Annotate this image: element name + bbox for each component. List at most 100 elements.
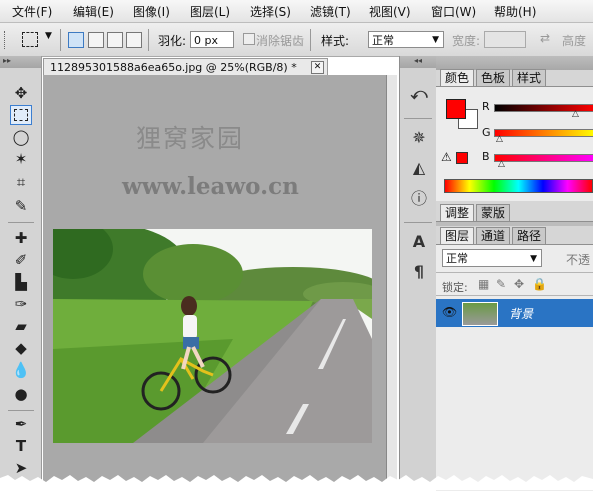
slider-thumb-icon[interactable]: △ [572, 109, 579, 119]
photo-image [53, 229, 372, 443]
character-panel-icon[interactable]: A [409, 232, 429, 252]
slider-thumb-icon[interactable]: △ [496, 134, 503, 144]
move-tool-icon[interactable]: ✥ [10, 83, 32, 103]
channel-b-slider[interactable] [494, 154, 593, 162]
toolbox: ▸▸ ✥ ◯ ✶ ⌗ ✎ ✚ ✐ ▙ ✑ ▰ ◆ 💧 ● ✒ T ➤ [0, 56, 42, 490]
menu-select[interactable]: 选择(S) [250, 3, 291, 20]
slider-thumb-icon[interactable]: △ [498, 159, 505, 169]
divider [8, 410, 34, 411]
panel-dock: ◂◂ ⤺ ✵ ◭ ⓘ A ¶ [399, 56, 437, 490]
lock-position-icon[interactable]: ✥ [514, 277, 524, 291]
menu-view[interactable]: 视图(V) [369, 3, 411, 20]
add-to-selection-button[interactable] [88, 32, 104, 48]
divider [436, 272, 593, 273]
dodge-tool-icon[interactable]: ● [10, 384, 32, 404]
opacity-label: 不透 [566, 253, 591, 267]
eyedropper-tool-icon[interactable]: ✎ [10, 196, 32, 216]
layer-row-background[interactable]: 👁 背景 [436, 299, 593, 327]
histogram-panel-icon[interactable]: ◭ [409, 158, 429, 178]
gamut-swatch[interactable] [456, 152, 468, 164]
pen-tool-icon[interactable]: ✒ [10, 414, 32, 434]
divider [404, 118, 432, 119]
menu-image[interactable]: 图像(I) [133, 3, 170, 20]
navigator-panel-icon[interactable]: ✵ [409, 128, 429, 148]
document-tab[interactable]: 112895301588a6ea65o.jpg @ 25%(RGB/8) * [43, 58, 328, 75]
brush-tool-icon[interactable]: ✐ [10, 250, 32, 270]
style-select-value: 正常 [372, 34, 394, 47]
menu-edit[interactable]: 编辑(E) [73, 3, 114, 20]
channel-g-label: G [482, 126, 491, 139]
history-brush-tool-icon[interactable]: ✑ [10, 294, 32, 314]
healing-brush-tool-icon[interactable]: ✚ [10, 228, 32, 248]
close-icon[interactable]: ✕ [311, 61, 324, 74]
tab-adjustments[interactable]: 调整 [440, 204, 475, 222]
crop-tool-icon[interactable]: ⌗ [10, 172, 32, 192]
grip-icon [4, 31, 7, 49]
gamut-warning-icon[interactable]: ⚠ [441, 150, 452, 164]
new-selection-button[interactable] [68, 32, 84, 48]
subtract-selection-button[interactable] [107, 32, 123, 48]
marquee-tool-icon[interactable] [22, 32, 38, 47]
feather-input[interactable]: 0 px [190, 31, 234, 48]
torn-edge-decoration [0, 475, 593, 490]
menu-layer[interactable]: 图层(L) [190, 3, 230, 20]
menu-filter[interactable]: 滤镜(T) [310, 3, 351, 20]
lock-label: 锁定: [442, 281, 468, 294]
canvas-area[interactable]: 狸窝家园 www.leawo.cn [43, 75, 386, 490]
width-input[interactable] [484, 31, 526, 48]
divider [404, 222, 432, 223]
divider [60, 29, 61, 51]
tool-preset-dropdown-icon[interactable]: ▼ [45, 31, 52, 41]
paint-bucket-tool-icon[interactable]: ◆ [10, 338, 32, 358]
intersect-selection-button[interactable] [126, 32, 142, 48]
width-label: 宽度: [452, 34, 481, 48]
swap-icon[interactable]: ⇄ [540, 31, 550, 45]
menu-file[interactable]: 文件(F) [12, 3, 52, 20]
foreground-color-swatch[interactable] [446, 99, 466, 119]
blend-mode-value: 正常 [446, 252, 468, 265]
antialias-checkbox[interactable] [243, 33, 255, 45]
paragraph-panel-icon[interactable]: ¶ [409, 262, 429, 282]
divider [310, 29, 311, 51]
info-panel-icon[interactable]: ⓘ [409, 189, 429, 209]
canvas-scrollbar[interactable] [386, 75, 397, 490]
lock-transparency-icon[interactable]: ▦ [478, 277, 489, 291]
photo-canvas[interactable] [53, 229, 372, 443]
height-label: 高度 [562, 34, 587, 48]
divider [436, 295, 593, 296]
blur-tool-icon[interactable]: 💧 [10, 360, 32, 380]
menu-help[interactable]: 帮助(H) [494, 3, 536, 20]
watermark-url: www.leawo.cn [122, 173, 299, 200]
color-ramp[interactable] [444, 179, 593, 193]
tab-swatches[interactable]: 色板 [476, 69, 511, 87]
history-panel-icon[interactable]: ⤺ [409, 84, 429, 104]
magic-wand-tool-icon[interactable]: ✶ [10, 149, 32, 169]
tab-color[interactable]: 颜色 [440, 69, 475, 87]
tab-channels[interactable]: 通道 [476, 227, 511, 245]
lasso-tool-icon[interactable]: ◯ [10, 127, 32, 147]
tab-paths[interactable]: 路径 [512, 227, 547, 245]
rect-marquee-tool-icon[interactable] [10, 105, 32, 125]
options-bar: ▼ 羽化: 0 px 消除锯齿 样式: 正常 ▼ 宽度: ⇄ 高度 [0, 23, 593, 57]
tab-layers[interactable]: 图层 [440, 227, 475, 245]
tab-masks[interactable]: 蒙版 [476, 204, 511, 222]
type-tool-icon[interactable]: T [10, 436, 32, 456]
blend-mode-select[interactable]: 正常 ▼ [442, 249, 542, 267]
divider [148, 29, 149, 51]
channel-g-slider[interactable] [494, 129, 593, 137]
style-select[interactable]: 正常 ▼ [368, 31, 444, 48]
chevron-down-icon: ▼ [432, 35, 439, 45]
lock-all-icon[interactable]: 🔒 [532, 277, 547, 291]
eraser-tool-icon[interactable]: ▰ [10, 316, 32, 336]
panel-separator [436, 221, 593, 226]
watermark-chinese: 狸窝家园 [136, 124, 245, 153]
menu-window[interactable]: 窗口(W) [431, 3, 476, 20]
tab-styles[interactable]: 样式 [512, 69, 547, 87]
lock-pixels-icon[interactable]: ✎ [496, 277, 506, 291]
toolbox-header: ▸▸ [0, 56, 41, 68]
visibility-eye-icon[interactable]: 👁 [442, 305, 457, 319]
panel-header [436, 56, 593, 70]
channel-b-label: B [482, 150, 490, 163]
clone-stamp-tool-icon[interactable]: ▙ [10, 272, 32, 292]
document-title: 112895301588a6ea65o.jpg @ 25%(RGB/8) * [50, 61, 297, 74]
